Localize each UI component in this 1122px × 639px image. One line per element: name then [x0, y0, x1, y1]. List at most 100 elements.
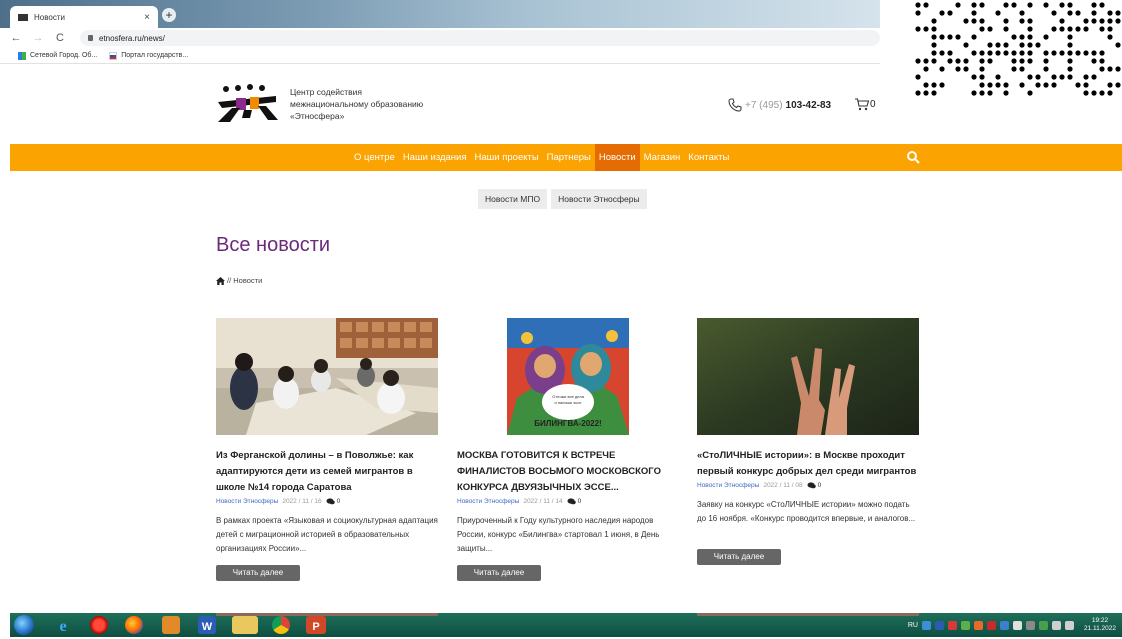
news-meta: Новости Этносферы 2022 / 11 / 14 0 — [457, 498, 679, 505]
qr-dot — [1003, 82, 1009, 88]
news-comments[interactable]: 0 — [326, 498, 340, 505]
forward-arrow-icon[interactable]: → — [32, 32, 44, 44]
media-player-icon[interactable] — [162, 616, 180, 634]
qr-dot — [1067, 42, 1073, 48]
comments-icon — [567, 498, 576, 505]
tab-news-etnosfera[interactable]: Новости Этносферы — [551, 189, 647, 209]
powerpoint-icon[interactable]: P — [306, 616, 326, 634]
comments-icon — [326, 498, 335, 505]
qr-dot — [947, 34, 953, 40]
qr-dot — [1091, 58, 1097, 64]
firefox-icon[interactable] — [125, 616, 143, 634]
menu-item-publications[interactable]: Наши издания — [399, 144, 471, 171]
news-title[interactable]: МОСКВА ГОТОВИТСЯ К ВСТРЕЧЕ ФИНАЛИСТОВ ВО… — [457, 448, 679, 496]
home-icon[interactable] — [216, 276, 225, 285]
menu-item-contacts[interactable]: Контакты — [684, 144, 733, 171]
word-icon[interactable]: W — [198, 616, 216, 634]
new-tab-button[interactable]: + — [162, 8, 176, 22]
qr-dot — [1027, 90, 1033, 96]
search-icon[interactable] — [906, 150, 920, 164]
tab-close-icon[interactable]: × — [144, 12, 150, 23]
start-button[interactable] — [14, 615, 34, 635]
menu-item-projects[interactable]: Наши проекты — [471, 144, 543, 171]
tray-app-icon[interactable] — [986, 620, 996, 630]
browser-tab[interactable]: Новости × — [10, 6, 158, 28]
qr-dot — [1083, 74, 1089, 80]
qr-dot — [915, 90, 921, 96]
qr-dot — [1059, 74, 1065, 80]
qr-dot — [915, 58, 921, 64]
svg-text:e: e — [59, 618, 66, 634]
menu-item-about[interactable]: О центре — [350, 144, 399, 171]
qr-dot — [947, 58, 953, 64]
news-title[interactable]: «СтоЛИЧНЫЕ истории»: в Москве проходит п… — [697, 448, 919, 480]
qr-dot — [923, 66, 929, 72]
qr-dot — [971, 18, 977, 24]
volume-icon[interactable] — [1064, 620, 1074, 630]
qr-dot — [1067, 10, 1073, 16]
url-text: etnosfera.ru/news/ — [99, 33, 165, 43]
news-comments[interactable]: 0 — [807, 482, 821, 489]
cart-button[interactable]: 0 — [854, 97, 876, 111]
menu-item-shop[interactable]: Магазин — [640, 144, 685, 171]
tray-app-icon[interactable] — [1012, 620, 1022, 630]
news-image-peace-sign[interactable] — [697, 318, 919, 435]
qr-dot — [963, 66, 969, 72]
qr-dot — [1059, 2, 1065, 8]
language-indicator[interactable]: RU — [908, 622, 918, 629]
reload-icon[interactable]: C — [54, 32, 66, 44]
system-clock[interactable]: 19:22 21.11.2022 — [1084, 617, 1116, 633]
qr-code-pattern — [915, 2, 1121, 96]
bookmark-item[interactable]: Сетевой Город. Об... — [18, 51, 97, 60]
qr-dot — [1003, 18, 1009, 24]
news-title[interactable]: Из Ферганской долины – в Поволжье: как а… — [216, 448, 438, 496]
file-explorer-icon[interactable] — [232, 616, 258, 634]
network-icon[interactable] — [1051, 620, 1061, 630]
read-more-button[interactable]: Читать далее — [216, 565, 300, 581]
qr-dot — [1099, 50, 1105, 56]
qr-dot — [1011, 50, 1017, 56]
chrome-icon[interactable] — [272, 616, 290, 634]
bookmark-item[interactable]: Портал государств... — [109, 51, 188, 60]
qr-dot — [923, 82, 929, 88]
menu-item-news[interactable]: Новости — [594, 144, 640, 171]
tray-app-icon[interactable] — [960, 620, 970, 630]
qr-dot — [971, 34, 977, 40]
tray-app-icon[interactable] — [1038, 620, 1048, 630]
qr-dot — [1075, 82, 1081, 88]
browser-tab-bar: Новости × + — [0, 0, 880, 28]
qr-dot — [931, 90, 937, 96]
qr-dot — [1107, 66, 1113, 72]
news-image-classroom[interactable] — [216, 318, 438, 435]
menu-item-partners[interactable]: Партнеры — [543, 144, 595, 171]
qr-dot — [923, 90, 929, 96]
read-more-button[interactable]: Читать далее — [457, 565, 541, 581]
internet-explorer-icon[interactable]: e — [54, 616, 72, 635]
news-category[interactable]: Новости Этносферы — [697, 482, 759, 489]
news-category[interactable]: Новости Этносферы — [216, 498, 278, 505]
news-category[interactable]: Новости Этносферы — [457, 498, 519, 505]
read-more-button[interactable]: Читать далее — [697, 549, 781, 565]
qr-dot — [1099, 18, 1105, 24]
tray-app-icon[interactable] — [947, 620, 957, 630]
qr-dot — [931, 58, 937, 64]
tab-news-mpo[interactable]: Новости МПО — [478, 189, 548, 209]
phone-contact[interactable]: +7 (495) 103-42-83 — [728, 98, 831, 112]
url-field[interactable]: etnosfera.ru/news/ — [80, 30, 880, 46]
news-image-bilingva-poster[interactable]: Отложи все дела и напиши эссе БИЛИНГВА-2… — [457, 318, 679, 435]
tray-app-icon[interactable] — [973, 620, 983, 630]
tray-app-icon[interactable] — [1025, 620, 1035, 630]
etnosfera-logo[interactable] — [216, 82, 280, 124]
opera-icon[interactable] — [90, 616, 108, 634]
tray-app-icon[interactable] — [934, 620, 944, 630]
back-arrow-icon[interactable]: ← — [10, 32, 22, 44]
qr-dot — [1019, 66, 1025, 72]
tray-app-icon[interactable] — [921, 620, 931, 630]
news-comments[interactable]: 0 — [567, 498, 581, 505]
news-excerpt: В рамках проекта «Языковая и социокульту… — [216, 516, 438, 553]
qr-dot — [1019, 10, 1025, 16]
qr-dot — [1051, 10, 1057, 16]
qr-dot — [1011, 66, 1017, 72]
tray-app-icon[interactable] — [999, 620, 1009, 630]
qr-dot — [1035, 74, 1041, 80]
